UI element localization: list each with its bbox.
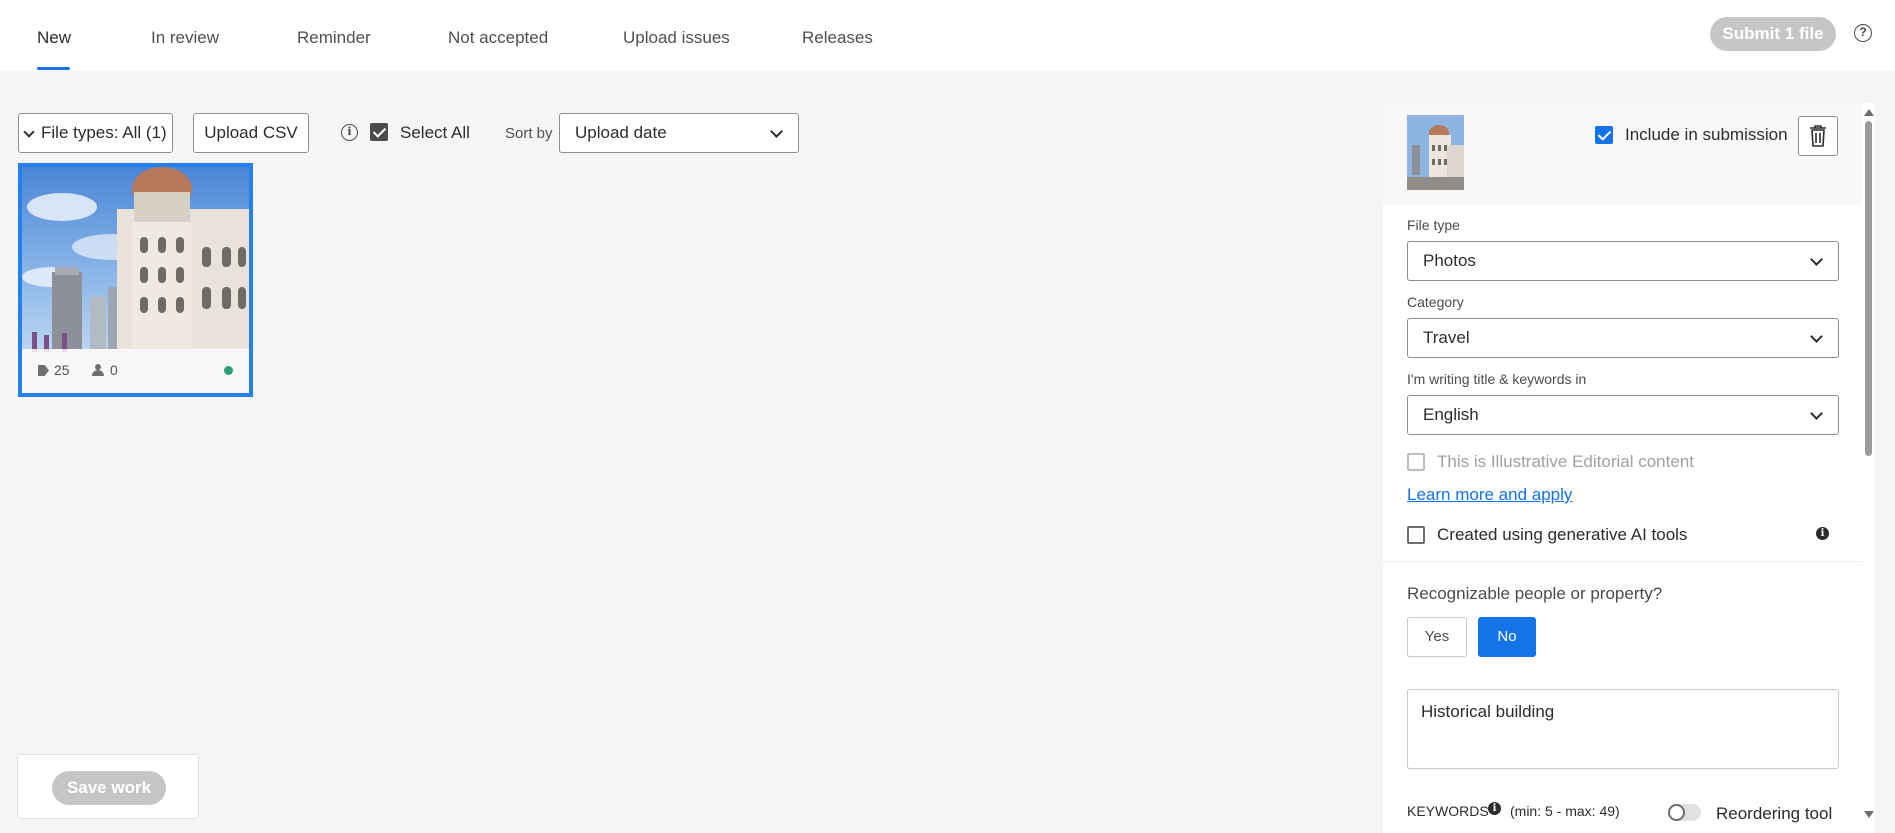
photo-preview-image [1407, 115, 1464, 190]
recognizable-yes-button[interactable]: Yes [1407, 617, 1467, 657]
category-select[interactable]: Travel [1407, 318, 1839, 358]
title-textarea[interactable]: Historical building [1407, 689, 1839, 769]
delete-file-button[interactable] [1798, 116, 1838, 156]
tab-upload-issues[interactable]: Upload issues [623, 28, 730, 48]
select-all-checkbox[interactable] [370, 123, 388, 141]
include-in-submission-checkbox[interactable] [1595, 126, 1613, 144]
file-type-select[interactable]: Photos [1407, 241, 1839, 281]
submit-files-button[interactable]: Submit 1 file [1710, 17, 1836, 51]
learn-more-link[interactable]: Learn more and apply [1407, 485, 1572, 505]
thumbnail-meta-bar: 25 0 [22, 349, 249, 393]
selected-file-preview [1407, 115, 1464, 190]
reordering-tool-toggle[interactable] [1668, 804, 1701, 821]
trash-icon [1810, 125, 1826, 147]
info-icon[interactable]: i [1816, 527, 1829, 540]
chevron-down-icon [23, 126, 35, 138]
scrollbar-thumb[interactable] [1865, 121, 1872, 456]
tab-reminder[interactable]: Reminder [297, 28, 371, 48]
language-select[interactable]: English [1407, 395, 1839, 435]
releases-count: 0 [110, 362, 118, 378]
panel-scrollbar[interactable] [1862, 103, 1875, 833]
language-value: English [1423, 405, 1479, 424]
tab-not-accepted[interactable]: Not accepted [448, 28, 548, 48]
chevron-down-icon [1810, 330, 1823, 343]
illustrative-editorial-label: This is Illustrative Editorial content [1437, 452, 1694, 471]
upload-csv-button[interactable]: Upload CSV [193, 113, 309, 153]
chevron-down-icon [1810, 407, 1823, 420]
active-tab-indicator [37, 67, 70, 70]
top-tab-bar: New In review Reminder Not accepted Uplo… [0, 0, 1895, 71]
file-type-value: Photos [1423, 251, 1476, 270]
sort-by-value: Upload date [575, 123, 667, 142]
illustrative-editorial-checkbox[interactable] [1407, 453, 1425, 471]
save-work-button[interactable]: Save work [52, 771, 166, 805]
language-label: I'm writing title & keywords in [1407, 371, 1587, 387]
people-icon [91, 364, 105, 376]
tag-icon [38, 365, 49, 376]
save-work-panel: Save work [17, 754, 199, 819]
tab-new[interactable]: New [37, 28, 71, 48]
chevron-down-icon [1810, 253, 1823, 266]
include-in-submission-label[interactable]: Include in submission [1625, 125, 1788, 145]
keywords-label: KEYWORDS [1407, 803, 1489, 819]
reordering-tool-label: Reordering tool [1716, 804, 1833, 823]
file-thumbnail-card[interactable]: 25 0 [18, 163, 253, 397]
panel-divider [1383, 561, 1875, 562]
file-types-filter-button[interactable]: File types: All (1) [18, 113, 173, 153]
category-value: Travel [1423, 328, 1470, 347]
panel-header: Include in submission [1383, 103, 1875, 205]
file-details-panel: Include in submission File type Photos C… [1383, 103, 1875, 833]
question-circle-icon[interactable]: ? [1854, 24, 1872, 42]
tab-in-review[interactable]: In review [151, 28, 219, 48]
chevron-down-icon [770, 125, 783, 138]
status-dot-icon [224, 366, 233, 375]
scroll-up-arrow-icon[interactable] [1864, 109, 1874, 116]
keywords-range: (min: 5 - max: 49) [1510, 803, 1620, 819]
file-types-label: File types: All (1) [41, 123, 167, 142]
recognizable-label: Recognizable people or property? [1407, 584, 1663, 603]
keywords-count: 25 [54, 362, 70, 378]
file-type-label: File type [1407, 217, 1460, 233]
select-all-label[interactable]: Select All [400, 123, 470, 143]
generative-ai-checkbox[interactable] [1407, 526, 1425, 544]
sort-by-select[interactable]: Upload date [559, 113, 799, 153]
scroll-down-arrow-icon[interactable] [1864, 811, 1874, 818]
sort-by-label: Sort by [505, 125, 553, 142]
info-icon[interactable]: i [341, 124, 358, 141]
tab-releases[interactable]: Releases [802, 28, 873, 48]
generative-ai-label[interactable]: Created using generative AI tools [1437, 525, 1687, 545]
recognizable-no-button[interactable]: No [1478, 617, 1536, 657]
category-label: Category [1407, 294, 1464, 310]
info-icon[interactable]: i [1488, 802, 1501, 815]
